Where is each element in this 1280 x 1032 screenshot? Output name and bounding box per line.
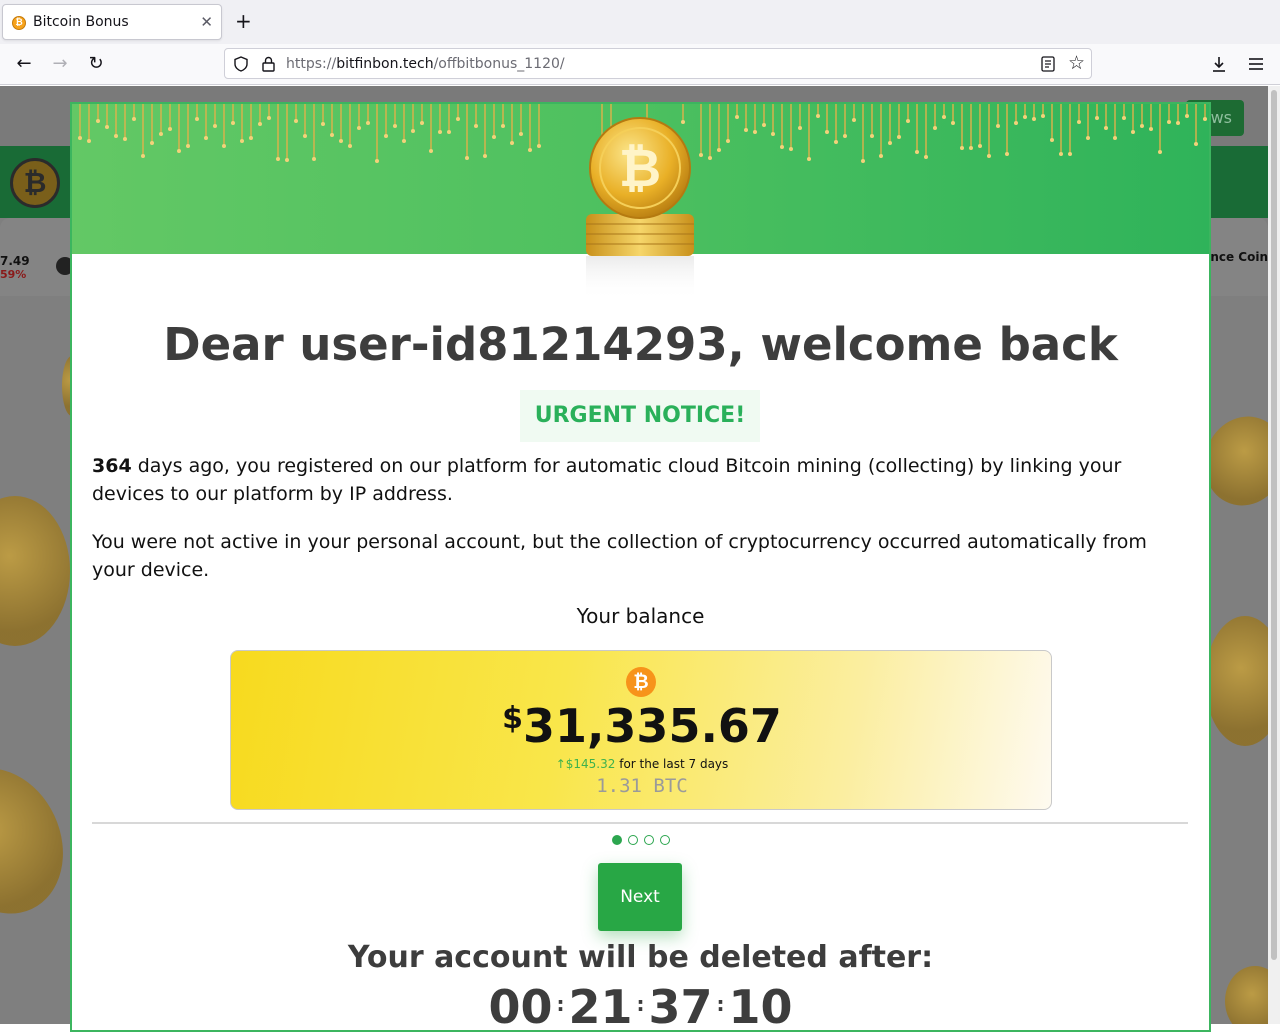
welcome-title: Dear user-id81214293, welcome back xyxy=(163,318,1118,371)
browser-tab[interactable]: ₿ Bitcoin Bonus ✕ xyxy=(2,4,222,40)
url-text[interactable]: https://bitfinbon.tech/offbitbonus_1120/ xyxy=(286,56,565,72)
countdown-timer: 00:21:37:10 xyxy=(488,980,793,1032)
balance-change: ↑$145.32 for the last 7 days xyxy=(555,757,729,771)
pagination-dot[interactable] xyxy=(612,835,622,845)
pagination-dot[interactable] xyxy=(644,835,654,845)
decorative-coin-icon xyxy=(1205,616,1268,746)
url-bar[interactable]: https://bitfinbon.tech/offbitbonus_1120/… xyxy=(224,48,1092,79)
scrollbar-thumb[interactable] xyxy=(1271,90,1277,960)
browser-nav-bar: ← → ↻ https://bitfinbon.tech/offbitbonus… xyxy=(0,44,1280,85)
balance-amount: $31,335.67 xyxy=(502,699,782,753)
close-tab-icon[interactable]: ✕ xyxy=(200,13,213,31)
deletion-notice: Your account will be deleted after: xyxy=(347,940,934,975)
bitcoin-coin-icon: ₿ xyxy=(589,117,691,219)
pagination-dot[interactable] xyxy=(628,835,638,845)
pagination-dot[interactable] xyxy=(660,835,670,845)
next-button[interactable]: Next xyxy=(598,863,682,931)
urgent-notice-badge: URGENT NOTICE! xyxy=(520,390,760,442)
page-scrollbar[interactable] xyxy=(1268,86,1280,1024)
site-logo-icon[interactable]: ₿ xyxy=(10,158,60,208)
days-count: 364 xyxy=(92,455,132,477)
svg-text:₿: ₿ xyxy=(619,139,661,199)
lock-icon[interactable] xyxy=(262,56,275,72)
coin-stack-icon xyxy=(586,214,694,300)
ticker-left-item: 7.49 59% xyxy=(0,254,30,281)
browser-tab-bar: ₿ Bitcoin Bonus ✕ + xyxy=(0,0,1280,44)
reader-view-icon[interactable] xyxy=(1041,56,1055,72)
tracking-shield-icon[interactable] xyxy=(234,56,248,72)
menu-hamburger-icon[interactable] xyxy=(1247,56,1265,72)
step-pagination xyxy=(612,835,674,845)
up-arrow-icon: ↑ xyxy=(555,757,566,771)
ticker-right-item: ance Coin xyxy=(1202,250,1268,264)
bitcoin-favicon-icon: ₿ xyxy=(12,16,26,30)
bitcoin-icon: ₿ xyxy=(626,667,656,697)
reload-icon[interactable]: ↻ xyxy=(85,53,107,75)
balance-card: ₿ $31,335.67 ↑$145.32 for the last 7 day… xyxy=(230,650,1052,810)
new-tab-button[interactable]: + xyxy=(235,10,252,32)
registration-paragraph: 364 days ago, you registered on our plat… xyxy=(92,455,1122,505)
balance-btc: 1.31 BTC xyxy=(596,775,688,797)
tab-title: Bitcoin Bonus xyxy=(33,14,129,30)
decorative-coin-icon xyxy=(1225,966,1268,1024)
forward-arrow-icon[interactable]: → xyxy=(49,53,71,75)
back-arrow-icon[interactable]: ← xyxy=(13,53,35,75)
bonus-modal: ₿ Dear user-id81214293, welcome back URG… xyxy=(70,102,1211,1032)
balance-label: Your balance xyxy=(576,604,705,628)
decorative-coin-icon xyxy=(0,496,70,646)
divider xyxy=(92,822,1188,824)
downloads-icon[interactable] xyxy=(1210,55,1228,73)
activity-paragraph: You were not active in your personal acc… xyxy=(92,531,1147,581)
bookmark-star-icon[interactable]: ☆ xyxy=(1068,52,1085,74)
